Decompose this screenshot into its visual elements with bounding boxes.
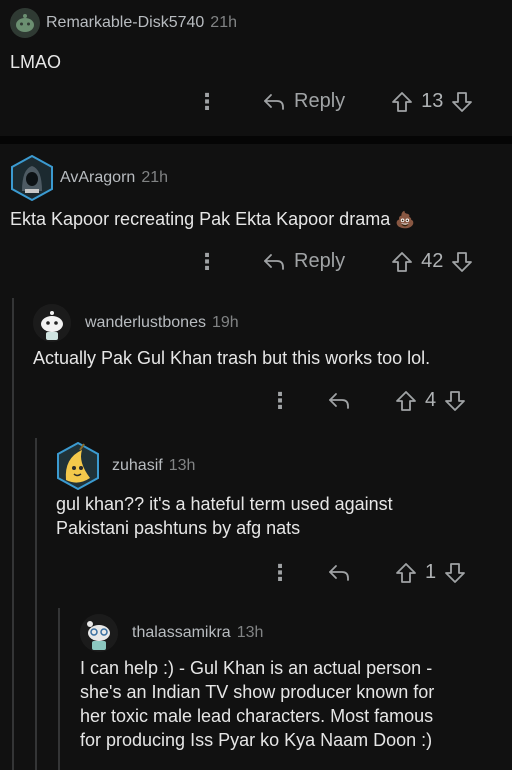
upvote-arrow-icon[interactable] — [391, 251, 413, 273]
comment-body: I can help :) - Gul Khan is an actual pe… — [80, 656, 508, 752]
comment-text-line: for producing Iss Pyar ko Kya Naam Doon … — [80, 730, 433, 750]
comment-body: Ekta Kapoor recreating Pak Ekta Kapoor d… — [10, 207, 500, 233]
comment-actions: ⋮ 4 — [269, 389, 466, 412]
avatar[interactable] — [33, 304, 71, 342]
thread-line-level3[interactable] — [58, 608, 60, 770]
section-divider — [0, 136, 512, 144]
comment-author[interactable]: Remarkable-Disk5740 — [46, 14, 204, 32]
comment-age: 21h — [141, 169, 169, 186]
upvote-arrow-icon[interactable] — [395, 390, 417, 412]
thread-line-level1[interactable] — [12, 298, 14, 770]
poop-emoji-icon: 💩 — [395, 212, 416, 229]
avatar[interactable] — [10, 8, 40, 38]
comment-age: 13h — [236, 624, 264, 641]
downvote-arrow-icon[interactable] — [444, 390, 466, 412]
comment-body: gul khan?? it's a hateful term used agai… — [56, 492, 506, 540]
comment-text-line: I can help :) - Gul Khan is an actual pe… — [80, 658, 433, 678]
comment-item: zuhasif 13h gul khan?? it's a hateful te… — [56, 442, 506, 540]
reply-arrow-icon — [329, 392, 349, 409]
vote-score: 42 — [421, 250, 444, 272]
comment-age: 13h — [168, 457, 196, 474]
comment-item: Remarkable-Disk5740 21h LMAO — [10, 8, 500, 74]
reply-label: Reply — [294, 90, 346, 112]
more-options-icon[interactable]: ⋮ — [196, 250, 218, 273]
reply-arrow-icon — [264, 253, 284, 270]
downvote-arrow-icon[interactable] — [451, 251, 473, 273]
vote-score: 13 — [421, 90, 444, 112]
vote-score: 4 — [425, 389, 437, 411]
comment-body: LMAO — [10, 52, 62, 72]
reply-button[interactable]: Reply — [262, 250, 345, 273]
avatar[interactable] — [56, 442, 100, 490]
reply-label: Reply — [294, 250, 346, 272]
hooded-figure-avatar-icon — [11, 155, 53, 201]
banana-avatar-icon — [57, 442, 99, 490]
upvote-arrow-icon[interactable] — [395, 562, 417, 584]
reply-button[interactable]: Reply — [262, 90, 345, 113]
comment-item: wanderlustbones 19h Actually Pak Gul Kha… — [33, 304, 503, 370]
avatar[interactable] — [10, 155, 54, 201]
comment-body: Actually Pak Gul Khan trash but this wor… — [33, 348, 431, 368]
comment-item: AvAragorn 21h Ekta Kapoor recreating Pak… — [10, 155, 500, 233]
comment-item: thalassamikra 13h I can help :) - Gul Kh… — [80, 614, 508, 752]
reply-button[interactable] — [327, 391, 351, 411]
comment-author[interactable]: thalassamikra — [132, 624, 231, 642]
more-options-icon[interactable]: ⋮ — [269, 389, 291, 412]
comment-text-line: she's an Indian TV show producer known f… — [80, 682, 435, 702]
thread-line-level2[interactable] — [35, 438, 37, 770]
comment-author[interactable]: zuhasif — [112, 457, 163, 475]
downvote-arrow-icon[interactable] — [451, 91, 473, 113]
downvote-arrow-icon[interactable] — [444, 562, 466, 584]
comment-text: Ekta Kapoor recreating Pak Ekta Kapoor d… — [10, 209, 391, 229]
comment-actions: ⋮ Reply 13 — [196, 90, 473, 113]
comment-text-line: her toxic male lead characters. Most fam… — [80, 706, 434, 726]
vote-score: 1 — [425, 561, 437, 583]
vote-controls: 4 — [395, 389, 466, 412]
vote-controls: 1 — [395, 561, 466, 584]
comment-actions: ⋮ 1 — [269, 561, 466, 584]
avatar[interactable] — [80, 614, 118, 652]
vote-controls: 42 — [391, 250, 473, 273]
reply-button[interactable] — [327, 563, 351, 583]
more-options-icon[interactable]: ⋮ — [196, 90, 218, 113]
reply-arrow-icon — [329, 564, 349, 581]
snoo-avatar-icon — [80, 614, 118, 652]
comment-age: 19h — [211, 314, 239, 331]
comment-author[interactable]: wanderlustbones — [85, 314, 206, 332]
more-options-icon[interactable]: ⋮ — [269, 561, 291, 584]
comment-age: 21h — [210, 14, 237, 31]
comment-actions: ⋮ Reply 42 — [196, 250, 473, 273]
comment-text-line: gul khan?? it's a hateful term used agai… — [56, 494, 393, 514]
comment-author[interactable]: AvAragorn — [60, 169, 135, 187]
reply-arrow-icon — [264, 93, 284, 110]
upvote-arrow-icon[interactable] — [391, 91, 413, 113]
comment-text-line: Pakistani pashtuns by afg nats — [56, 518, 301, 538]
snoo-avatar-icon — [10, 8, 40, 38]
vote-controls: 13 — [391, 90, 473, 113]
snoo-avatar-icon — [33, 304, 71, 342]
